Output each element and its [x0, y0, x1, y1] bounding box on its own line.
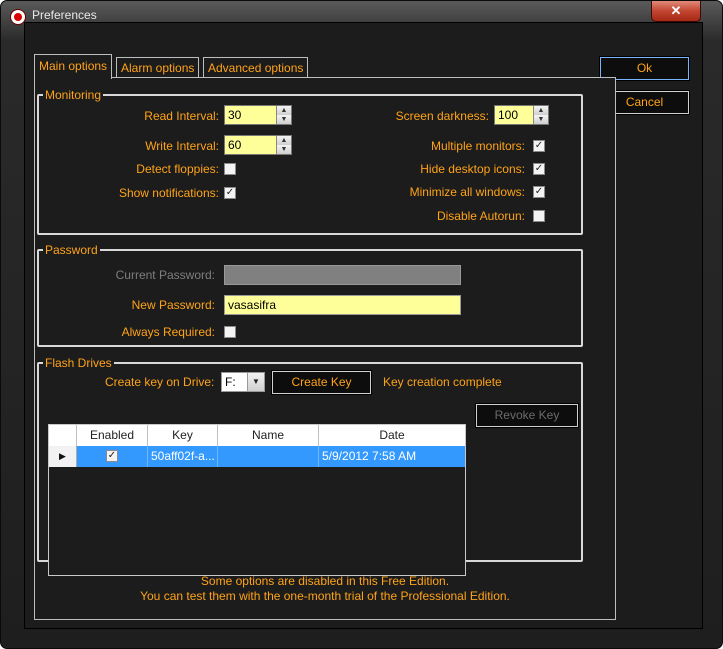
write-interval-label: Write Interval:: [145, 139, 219, 153]
row-selector-header: [49, 425, 77, 446]
hide-desktop-icons-label: Hide desktop icons:: [420, 162, 525, 176]
main-options-panel: Monitoring Read Interval: 30 ▲ ▼ Write I…: [34, 77, 616, 620]
disable-autorun-label: Disable Autorun:: [436, 209, 525, 223]
window-title: Preferences: [32, 8, 97, 22]
write-interval-spinner[interactable]: 60 ▲ ▼: [224, 135, 292, 155]
read-interval-value: 30: [228, 108, 242, 122]
table-row[interactable]: ▶ ✓ 50aff02f-a... 5/9/2012 7:58 AM: [49, 446, 465, 467]
close-button[interactable]: ✕: [651, 1, 701, 22]
keys-table[interactable]: Enabled Key Name Date ▶ ✓ 50aff02f-a... …: [48, 424, 466, 576]
cell-name: [218, 446, 319, 467]
multiple-monitors-checkbox[interactable]: ✓: [533, 140, 545, 152]
cell-enabled[interactable]: ✓: [77, 446, 148, 467]
tab-alarm-options[interactable]: Alarm options: [116, 57, 200, 78]
tab-advanced-options[interactable]: Advanced options: [203, 57, 309, 78]
preferences-window: Preferences ✕ Main options Alarm options…: [0, 0, 723, 649]
detect-floppies-label: Detect floppies:: [136, 162, 219, 176]
screen-darkness-value: 100: [498, 108, 519, 122]
multiple-monitors-label: Multiple monitors:: [430, 139, 525, 153]
row-enabled-checkbox[interactable]: ✓: [106, 450, 118, 462]
minimize-all-windows-checkbox[interactable]: ✓: [533, 186, 545, 198]
chevron-down-icon[interactable]: ▼: [247, 373, 264, 391]
flash-drives-title: Flash Drives: [43, 355, 114, 371]
show-notifications-checkbox[interactable]: ✓: [224, 187, 236, 199]
free-edition-notice: Some options are disabled in this Free E…: [200, 574, 450, 588]
new-password-label: New Password:: [131, 298, 215, 312]
app-icon: [11, 10, 25, 24]
spin-up-icon[interactable]: ▲: [533, 106, 548, 115]
screen-darkness-label: Screen darkness:: [395, 109, 489, 123]
minimize-all-windows-label: Minimize all windows:: [409, 185, 525, 199]
revoke-key-button[interactable]: Revoke Key: [475, 403, 579, 428]
column-header-key[interactable]: Key: [148, 425, 218, 446]
disable-autorun-checkbox[interactable]: ✓: [533, 210, 545, 222]
read-interval-spinner[interactable]: 30 ▲ ▼: [224, 105, 292, 125]
drive-select[interactable]: F: ▼: [221, 372, 265, 392]
read-interval-label-text: Read Interval:: [144, 109, 219, 123]
monitoring-group: Monitoring Read Interval: 30 ▲ ▼ Write I…: [37, 87, 583, 235]
tab-main-options[interactable]: Main options: [34, 54, 113, 79]
always-required-label: Always Required:: [121, 325, 215, 339]
always-required-checkbox[interactable]: ✓: [224, 326, 236, 338]
column-header-name[interactable]: Name: [218, 425, 319, 446]
spin-down-icon[interactable]: ▼: [276, 145, 291, 154]
monitoring-title: Monitoring: [43, 87, 104, 103]
password-title: Password: [43, 242, 100, 258]
new-password-field[interactable]: vasasifra: [224, 295, 461, 315]
spin-up-icon[interactable]: ▲: [276, 106, 291, 115]
hide-desktop-icons-checkbox[interactable]: ✓: [533, 163, 545, 175]
drive-selected-value: F:: [225, 375, 236, 389]
write-interval-value: 60: [228, 138, 242, 152]
create-key-on-drive-label: Create key on Drive:: [105, 375, 215, 389]
current-password-label: Current Password:: [115, 268, 215, 282]
create-key-button[interactable]: Create Key: [271, 370, 372, 395]
show-notifications-label: Show notifications:: [118, 186, 219, 200]
spin-down-icon[interactable]: ▼: [533, 115, 548, 124]
column-header-date[interactable]: Date: [319, 425, 465, 446]
screen-darkness-spinner[interactable]: 100 ▲ ▼: [494, 105, 549, 125]
password-group: Password Current Password: New Password:…: [37, 242, 583, 347]
row-pointer-icon[interactable]: ▶: [49, 446, 77, 467]
keys-table-header: Enabled Key Name Date: [49, 425, 465, 446]
cell-date: 5/9/2012 7:58 AM: [319, 446, 465, 467]
read-interval-label: Read Interval:: [144, 108, 219, 124]
column-header-enabled[interactable]: Enabled: [77, 425, 148, 446]
trial-notice: You can test them with the one-month tri…: [140, 589, 510, 603]
spin-up-icon[interactable]: ▲: [276, 136, 291, 145]
current-password-field[interactable]: [224, 265, 461, 285]
spin-down-icon[interactable]: ▼: [276, 115, 291, 124]
cell-key: 50aff02f-a...: [148, 446, 218, 467]
detect-floppies-checkbox[interactable]: ✓: [224, 163, 236, 175]
key-status-text: Key creation complete: [383, 375, 502, 389]
dialog-client-area: Main options Alarm options Advanced opti…: [24, 22, 703, 629]
